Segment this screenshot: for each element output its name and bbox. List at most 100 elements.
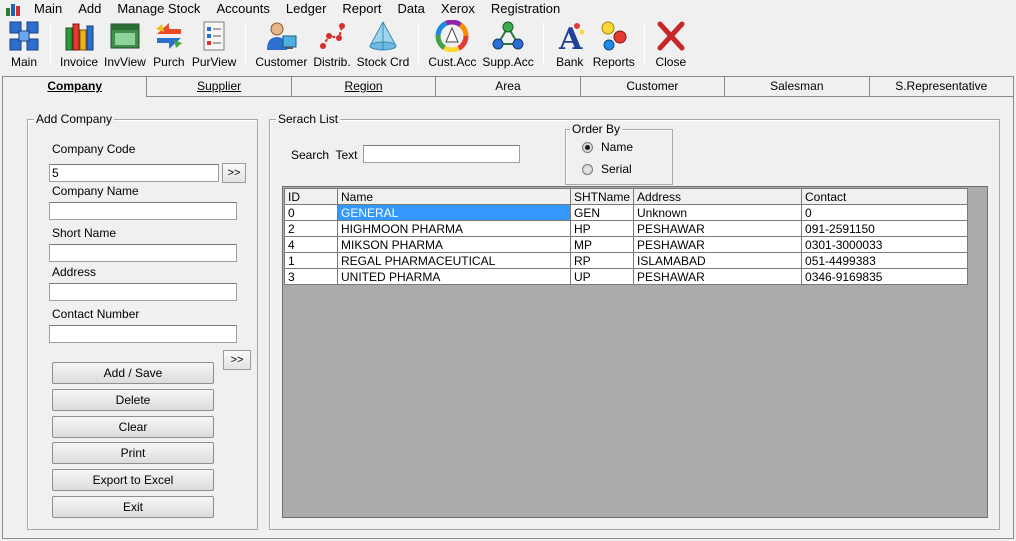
menu-accounts[interactable]: Accounts xyxy=(208,0,277,18)
toolbar-main-button[interactable]: Main xyxy=(4,18,44,70)
print-button[interactable]: Print xyxy=(52,442,214,464)
toolbar-reports-button[interactable]: Reports xyxy=(590,18,638,70)
tab-company[interactable]: Company xyxy=(2,76,148,97)
toolbar-close-button[interactable]: Close xyxy=(651,18,691,70)
company-name-field[interactable] xyxy=(49,202,237,220)
cell-address[interactable]: PESHAWAR xyxy=(633,268,803,285)
cell-contact[interactable]: 0 xyxy=(801,204,969,221)
contact-number-field[interactable] xyxy=(49,325,237,343)
menu-registration[interactable]: Registration xyxy=(483,0,568,18)
invoice-books-icon xyxy=(65,23,94,51)
column-header-id[interactable]: ID xyxy=(284,188,338,205)
cell-contact[interactable]: 0346-9169835 xyxy=(801,268,969,285)
cell-shtname[interactable]: MP xyxy=(569,236,635,253)
menu-bar: Main Add Manage Stock Accounts Ledger Re… xyxy=(0,0,1016,18)
company-code-field[interactable]: 5 xyxy=(49,164,219,182)
tab-area[interactable]: Area xyxy=(435,76,581,96)
toolbar-customer-label: Customer xyxy=(255,55,308,69)
table-row[interactable]: 2 HIGHMOON PHARMA HP PESHAWAR 091-259115… xyxy=(284,220,969,237)
column-header-contact[interactable]: Contact xyxy=(801,188,969,205)
cell-id[interactable]: 0 xyxy=(284,204,338,221)
cell-name[interactable]: UNITED PHARMA xyxy=(337,268,571,285)
cell-id[interactable]: 1 xyxy=(284,252,338,269)
tab-s-representative[interactable]: S.Representative xyxy=(868,76,1014,96)
cell-shtname[interactable]: HP xyxy=(569,220,635,237)
form-expand-button[interactable]: >> xyxy=(223,350,251,370)
menu-data[interactable]: Data xyxy=(389,0,432,18)
customer-account-color-wheel-icon xyxy=(435,20,469,52)
toolbar-separator xyxy=(542,22,544,64)
table-row[interactable]: 0 GENERAL GEN Unknown 0 xyxy=(284,204,969,221)
cell-id[interactable]: 3 xyxy=(284,268,338,285)
cell-shtname[interactable]: UP xyxy=(569,268,635,285)
toolbar-invview-button[interactable]: InvView xyxy=(101,18,149,70)
tab-supplier-label: Supplier xyxy=(197,79,242,93)
toolbar-customer-button[interactable]: Customer xyxy=(252,18,310,70)
cell-address[interactable]: Unknown xyxy=(633,204,803,221)
order-by-name-radio[interactable]: Name xyxy=(582,140,633,154)
column-header-name[interactable]: Name xyxy=(337,188,571,205)
address-field[interactable] xyxy=(49,283,237,301)
toolbar-purch-button[interactable]: Purch xyxy=(149,18,189,70)
cell-contact[interactable]: 091-2591150 xyxy=(801,220,969,237)
cell-name[interactable]: MIKSON PHARMA xyxy=(337,236,571,253)
table-row[interactable]: 4 MIKSON PHARMA MP PESHAWAR 0301-3000033 xyxy=(284,236,969,253)
cell-address[interactable]: PESHAWAR xyxy=(633,220,803,237)
cell-id[interactable]: 4 xyxy=(284,236,338,253)
cell-name[interactable]: REGAL PHARMACEUTICAL xyxy=(337,252,571,269)
toolbar-custacc-label: Cust.Acc xyxy=(428,55,477,69)
tab-customer[interactable]: Customer xyxy=(579,76,726,96)
column-header-address[interactable]: Address xyxy=(633,188,803,205)
exit-button[interactable]: Exit xyxy=(52,496,214,518)
delete-button[interactable]: Delete xyxy=(52,389,214,411)
short-name-field[interactable] xyxy=(49,244,237,262)
menu-ledger[interactable]: Ledger xyxy=(278,0,334,18)
company-code-expand-button[interactable]: >> xyxy=(222,163,246,183)
tab-supplier[interactable]: Supplier xyxy=(146,76,292,96)
menu-report[interactable]: Report xyxy=(334,0,389,18)
cell-contact[interactable]: 051-4499383 xyxy=(801,252,969,269)
toolbar-main-label: Main xyxy=(10,55,37,69)
cell-address[interactable]: PESHAWAR xyxy=(633,236,803,253)
company-table: ID Name SHTName Address Contact 0 GENERA… xyxy=(284,188,969,285)
toolbar-invoice-button[interactable]: Invoice xyxy=(57,18,101,70)
customer-person-icon xyxy=(267,22,297,50)
company-grid[interactable]: ID Name SHTName Address Contact 0 GENERA… xyxy=(282,186,988,518)
toolbar-custacc-button[interactable]: Cust.Acc xyxy=(425,18,479,70)
toolbar-suppacc-button[interactable]: Supp.Acc xyxy=(479,18,536,70)
toolbar-bank-label: Bank xyxy=(556,55,584,69)
search-text-input[interactable] xyxy=(363,145,520,163)
toolbar-separator xyxy=(643,22,645,64)
add-company-title: Add Company xyxy=(34,112,115,126)
toolbar-distrib-button[interactable]: Distrib. xyxy=(310,18,353,70)
cell-name[interactable]: HIGHMOON PHARMA xyxy=(337,220,571,237)
table-row[interactable]: 3 UNITED PHARMA UP PESHAWAR 0346-9169835 xyxy=(284,268,969,285)
cell-name[interactable]: GENERAL xyxy=(337,204,571,221)
cell-shtname[interactable]: GEN xyxy=(569,204,635,221)
tab-s-representative-label: S.Representative xyxy=(895,79,988,93)
cell-shtname[interactable]: RP xyxy=(569,252,635,269)
order-by-serial-radio[interactable]: Serial xyxy=(582,162,632,176)
column-header-shtname[interactable]: SHTName xyxy=(569,188,635,205)
search-text-label: Search Text xyxy=(291,148,358,162)
toolbar-bank-button[interactable]: A Bank xyxy=(550,18,590,70)
tab-salesman[interactable]: Salesman xyxy=(724,76,870,96)
app-icon xyxy=(6,2,20,16)
cell-contact[interactable]: 0301-3000033 xyxy=(801,236,969,253)
toolbar-separator xyxy=(50,22,51,64)
menu-xerox[interactable]: Xerox xyxy=(433,0,483,18)
tab-area-label: Area xyxy=(495,79,521,93)
cell-id[interactable]: 2 xyxy=(284,220,338,237)
add-company-group: Add Company Company Code 5 >> Company Na… xyxy=(27,112,258,530)
table-row[interactable]: 1 REGAL PHARMACEUTICAL RP ISLAMABAD 051-… xyxy=(284,252,969,269)
menu-manage-stock[interactable]: Manage Stock xyxy=(109,0,208,18)
export-excel-button[interactable]: Export to Excel xyxy=(52,469,214,491)
clear-button[interactable]: Clear xyxy=(52,416,214,438)
add-save-button[interactable]: Add / Save xyxy=(52,362,214,384)
menu-main[interactable]: Main xyxy=(26,0,70,18)
cell-address[interactable]: ISLAMABAD xyxy=(633,252,803,269)
menu-add[interactable]: Add xyxy=(70,0,109,18)
toolbar-purview-button[interactable]: PurView xyxy=(189,18,239,70)
tab-region[interactable]: Region xyxy=(290,76,437,96)
toolbar-stockcrd-button[interactable]: Stock Crd xyxy=(354,18,413,70)
